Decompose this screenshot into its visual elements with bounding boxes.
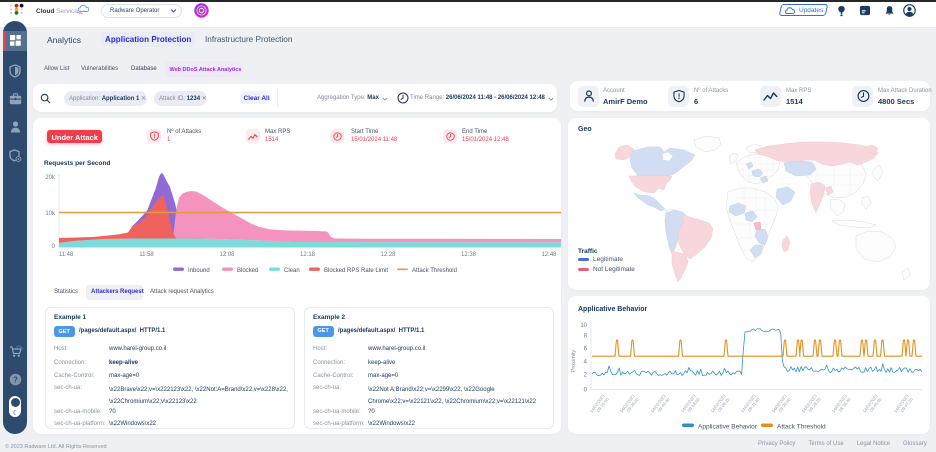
svg-text:Inbound: Inbound (188, 268, 210, 274)
svg-text:12:48: 12:48 (541, 252, 557, 258)
svg-text:2: 2 (584, 373, 588, 379)
svg-text:8: 8 (584, 334, 588, 340)
svg-text:Applicative Behavior: Applicative Behavior (698, 423, 758, 430)
svg-text:Attack Threshold: Attack Threshold (777, 423, 826, 430)
svg-text:12:28: 12:28 (380, 252, 396, 258)
svg-text:Proximity: Proximity (571, 349, 577, 372)
svg-text:12:08: 12:08 (219, 252, 235, 258)
svg-text:11:58: 11:58 (139, 252, 154, 258)
svg-text:?: ? (13, 375, 18, 384)
svg-text:6: 6 (584, 347, 588, 353)
svg-text:Attack Threshold: Attack Threshold (412, 268, 457, 274)
svg-text:10k: 10k (45, 211, 56, 217)
svg-text:20k: 20k (45, 175, 56, 181)
svg-text:11:48: 11:48 (59, 252, 74, 258)
svg-text:4: 4 (584, 360, 588, 366)
svg-text:Blocked RPS Rate Limit: Blocked RPS Rate Limit (324, 268, 388, 274)
svg-text:Clean: Clean (284, 268, 300, 274)
svg-text:0: 0 (52, 244, 56, 250)
svg-text:0: 0 (584, 388, 588, 394)
svg-text:Blocked: Blocked (237, 268, 258, 274)
svg-text:12:38: 12:38 (461, 252, 477, 258)
svg-text:12:18: 12:18 (300, 252, 316, 258)
svg-text:10: 10 (580, 323, 587, 329)
